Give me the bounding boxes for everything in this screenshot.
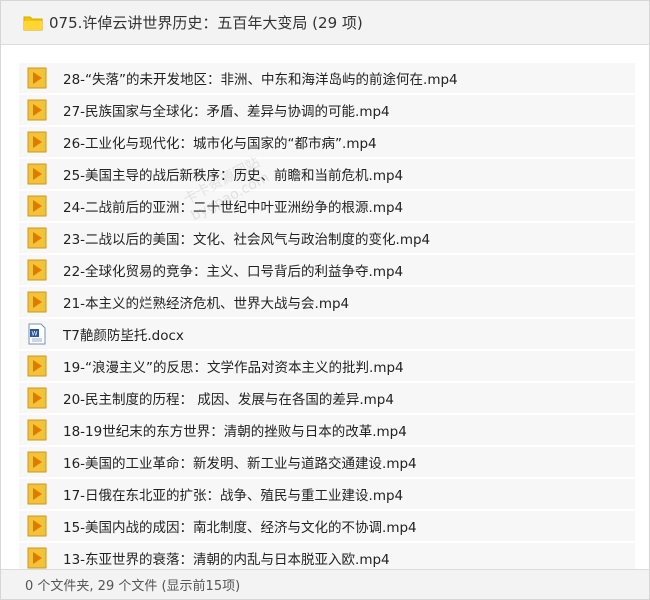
file-row[interactable]: 13-东亚世界的衰落：清朝的内乱与日本脱亚入欧.mp4 xyxy=(19,543,635,569)
title-bar: 075.许倬云讲世界历史：五百年大变局 (29 项) xyxy=(1,1,649,45)
file-row[interactable]: 27-民族国家与全球化：矛盾、差异与协调的可能.mp4 xyxy=(19,95,635,125)
file-name: 23-二战以后的美国：文化、社会风气与政治制度的变化.mp4 xyxy=(63,232,431,248)
file-row[interactable]: 15-美国内战的成因：南北制度、经济与文化的不协调.mp4 xyxy=(19,511,635,541)
video-file-icon xyxy=(27,131,47,153)
file-row[interactable]: 24-二战前后的亚洲：二十世纪中叶亚洲纷争的根源.mp4 xyxy=(19,191,635,221)
file-row[interactable]: 23-二战以后的美国：文化、社会风气与政治制度的变化.mp4 xyxy=(19,223,635,253)
status-bar: 0 个文件夹, 29 个文件 (显示前15项) xyxy=(1,569,649,599)
file-list: 28-“失落”的未开发地区：非洲、中东和海洋岛屿的前途何在.mp4 27-民族国… xyxy=(19,63,635,569)
window-title: 075.许倬云讲世界历史：五百年大变局 (29 项) xyxy=(49,14,363,32)
file-name: 27-民族国家与全球化：矛盾、差异与协调的可能.mp4 xyxy=(63,104,390,120)
file-row[interactable]: 25-美国主导的战后新秩序：历史、前瞻和当前危机.mp4 xyxy=(19,159,635,189)
file-name: 16-美国的工业革命：新发明、新工业与道路交通建设.mp4 xyxy=(63,456,417,472)
video-file-icon xyxy=(27,547,47,569)
file-name: 17-日俄在东北亚的扩张：战争、殖民与重工业建设.mp4 xyxy=(63,488,404,504)
video-file-icon xyxy=(27,99,47,121)
file-name: 25-美国主导的战后新秩序：历史、前瞻和当前危机.mp4 xyxy=(63,168,404,184)
video-file-icon xyxy=(27,195,47,217)
file-name: 26-工业化与现代化：城市化与国家的“都市病”.mp4 xyxy=(63,136,377,152)
file-name: 18-19世纪末的东方世界：清朝的挫败与日本的改革.mp4 xyxy=(63,424,407,440)
file-name: 15-美国内战的成因：南北制度、经济与文化的不协调.mp4 xyxy=(63,520,417,536)
file-name: 19-“浪漫主义”的反思：文学作品对资本主义的批判.mp4 xyxy=(63,360,404,376)
file-row[interactable]: 22-全球化贸易的竞争：主义、口号背后的利益争夺.mp4 xyxy=(19,255,635,285)
file-row[interactable]: 18-19世纪末的东方世界：清朝的挫败与日本的改革.mp4 xyxy=(19,415,635,445)
file-name: 21-本主义的烂熟经济危机、世界大战与会.mp4 xyxy=(63,296,350,312)
file-name: T7靘颜防坒托.docx xyxy=(63,328,184,344)
video-file-icon xyxy=(27,515,47,537)
folder-icon xyxy=(23,15,43,31)
file-row[interactable]: 20-民主制度的历程： 成因、发展与在各国的差异.mp4 xyxy=(19,383,635,413)
file-name: 22-全球化贸易的竞争：主义、口号背后的利益争夺.mp4 xyxy=(63,264,404,280)
file-row[interactable]: W T7靘颜防坒托.docx xyxy=(19,319,635,349)
video-file-icon xyxy=(27,259,47,281)
video-file-icon xyxy=(27,227,47,249)
video-file-icon xyxy=(27,483,47,505)
file-row[interactable]: 21-本主义的烂熟经济危机、世界大战与会.mp4 xyxy=(19,287,635,317)
file-name: 20-民主制度的历程： 成因、发展与在各国的差异.mp4 xyxy=(63,392,394,408)
file-name: 28-“失落”的未开发地区：非洲、中东和海洋岛屿的前途何在.mp4 xyxy=(63,72,458,88)
file-name: 13-东亚世界的衰落：清朝的内乱与日本脱亚入欧.mp4 xyxy=(63,552,390,568)
file-name: 24-二战前后的亚洲：二十世纪中叶亚洲纷争的根源.mp4 xyxy=(63,200,404,216)
file-row[interactable]: 28-“失落”的未开发地区：非洲、中东和海洋岛屿的前途何在.mp4 xyxy=(19,63,635,93)
file-row[interactable]: 26-工业化与现代化：城市化与国家的“都市病”.mp4 xyxy=(19,127,635,157)
file-row[interactable]: 16-美国的工业革命：新发明、新工业与道路交通建设.mp4 xyxy=(19,447,635,477)
video-file-icon xyxy=(27,419,47,441)
word-document-icon: W xyxy=(27,323,47,345)
file-row[interactable]: 19-“浪漫主义”的反思：文学作品对资本主义的批判.mp4 xyxy=(19,351,635,381)
video-file-icon xyxy=(27,387,47,409)
svg-text:W: W xyxy=(32,331,38,338)
video-file-icon xyxy=(27,67,47,89)
file-explorer-window: 075.许倬云讲世界历史：五百年大变局 (29 项) 28-“失落”的未开发地区… xyxy=(0,0,650,600)
video-file-icon xyxy=(27,355,47,377)
file-row[interactable]: 17-日俄在东北亚的扩张：战争、殖民与重工业建设.mp4 xyxy=(19,479,635,509)
video-file-icon xyxy=(27,451,47,473)
video-file-icon xyxy=(27,291,47,313)
video-file-icon xyxy=(27,163,47,185)
status-text: 0 个文件夹, 29 个文件 (显示前15项) xyxy=(25,579,241,594)
